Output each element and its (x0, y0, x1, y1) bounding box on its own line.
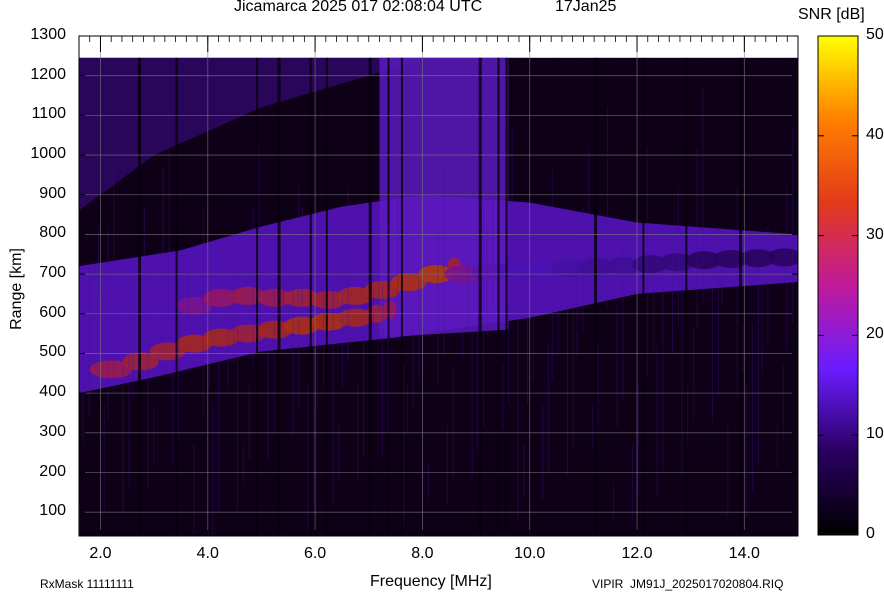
file-label: VIPIR JM91J_2025017020804.RIQ (592, 577, 784, 591)
colorbar (817, 35, 859, 536)
colorbar-tick-label: 40 (866, 125, 884, 143)
colorbar-tick-label: 0 (866, 525, 875, 542)
y-tick-label: 1100 (31, 105, 66, 123)
colorbar-tick-label: 50 (866, 26, 884, 43)
x-tick-label: 10.0 (514, 545, 546, 562)
ionogram-plot (78, 35, 859, 537)
x-tick-label: 6.0 (303, 545, 327, 562)
colorbar-tick-label: 20 (866, 325, 884, 343)
y-tick-label: 300 (39, 422, 66, 440)
y-tick-label: 800 (39, 224, 66, 242)
x-tick-label: 14.0 (728, 545, 760, 562)
y-tick-label: 200 (39, 462, 66, 480)
heatmap-grain (79, 57, 798, 536)
y-tick-label: 900 (39, 184, 66, 202)
y-tick-label: 500 (39, 343, 66, 361)
y-axis-label: Range [km] (8, 248, 25, 330)
x-tick-label: 4.0 (196, 545, 219, 562)
y-tick-label: 400 (39, 383, 66, 401)
colorbar-tick-label: 10 (866, 425, 884, 443)
y-tick-label: 1000 (30, 145, 66, 163)
rxmask-label: RxMask 11111111 (40, 577, 134, 591)
x-tick-label: 8.0 (411, 545, 434, 562)
y-tick-label: 1200 (30, 65, 66, 83)
y-tick-label: 1300 (30, 26, 66, 43)
x-tick-label: 2.0 (89, 545, 112, 562)
x-axis-label: Frequency [MHz] (370, 573, 492, 590)
colorbar-tick-label: 30 (866, 225, 884, 243)
x-tick-label: 12.0 (621, 545, 653, 562)
y-tick-label: 100 (39, 502, 66, 520)
